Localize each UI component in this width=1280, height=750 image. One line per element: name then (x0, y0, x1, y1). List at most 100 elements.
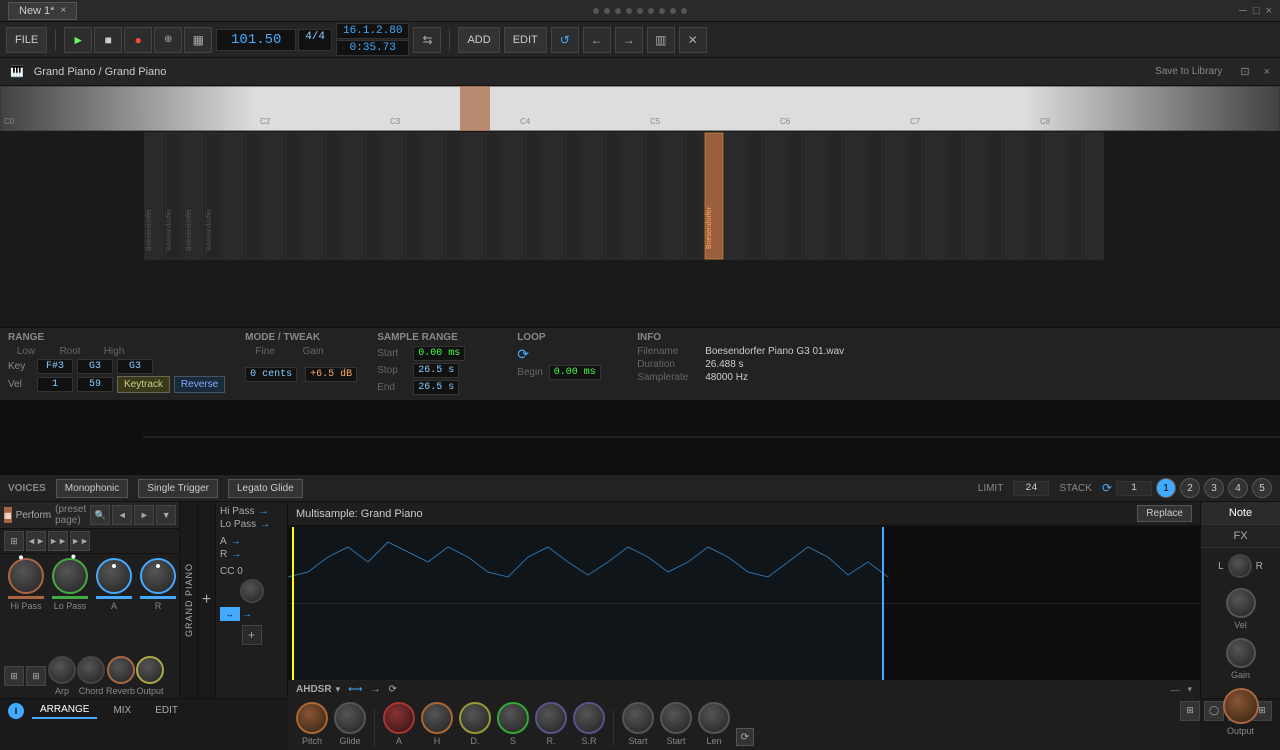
begin-val[interactable]: 0.00 ms (549, 365, 601, 380)
output-knob[interactable] (136, 656, 164, 684)
forward-button[interactable]: → (615, 27, 643, 53)
rewind-button[interactable]: ← (583, 27, 611, 53)
mix-tab[interactable]: MIX (105, 703, 139, 718)
sampler-icon-4[interactable]: ►► (70, 531, 90, 551)
piano-keyboard-area[interactable]: C0 C1 C2 C3 C4 C5 C6 C7 C8 (0, 86, 1280, 131)
sampler-icon-1[interactable]: ⊞ (4, 531, 24, 551)
reverse-btn[interactable]: Reverse (174, 376, 225, 393)
stack-loop-icon[interactable]: ⟳ (1102, 481, 1112, 495)
add-button[interactable]: ADD (458, 27, 499, 53)
record-mode-button[interactable]: ⊕ (154, 27, 182, 53)
perform-prev[interactable]: ◄ (112, 505, 132, 525)
loop-button[interactable]: ↺ (551, 27, 579, 53)
pan-knob[interactable] (1228, 554, 1252, 578)
key-root-val[interactable]: G3 (77, 359, 113, 374)
output-large-knob[interactable] (1223, 688, 1259, 724)
arp-knob[interactable] (48, 656, 76, 684)
start-val[interactable]: 0.00 ms (413, 346, 465, 361)
minimize-btn[interactable]: ─ (1239, 5, 1247, 17)
close-instrument-btn[interactable]: × (1264, 66, 1270, 78)
maximize-btn[interactable]: ⊡ (1240, 65, 1249, 78)
chord-knob[interactable] (77, 656, 105, 684)
vel-val[interactable]: 59 (77, 377, 113, 392)
tab-icon-row[interactable]: ⊞ (4, 666, 24, 686)
r-knob[interactable] (140, 558, 176, 594)
vel-low-val[interactable]: 1 (37, 377, 73, 392)
sr-knob[interactable] (573, 702, 605, 734)
close-btn[interactable]: × (1266, 5, 1272, 17)
pitch-knob[interactable] (296, 702, 328, 734)
filter-add-btn[interactable]: + (242, 625, 262, 645)
gain-val[interactable]: +6.5 dB (305, 367, 357, 382)
piano-keys-svg[interactable]: C0 C1 C2 C3 C4 C5 C6 C7 C8 (0, 86, 1280, 131)
stack-val[interactable]: 1 (1116, 481, 1152, 496)
reverb-knob[interactable] (107, 656, 135, 684)
metronome-button[interactable]: ⇆ (413, 27, 441, 53)
tempo-display[interactable]: 101.50 (216, 29, 296, 51)
filter-link-btn[interactable]: ↔ (220, 607, 240, 621)
save-to-library[interactable]: Save to Library (1155, 66, 1222, 77)
file-button[interactable]: FILE (6, 27, 47, 53)
sampler-icon-2[interactable]: ◄► (26, 531, 46, 551)
cc-knob[interactable] (240, 579, 264, 603)
attack-knob[interactable] (383, 702, 415, 734)
len-knob[interactable] (698, 702, 730, 734)
window-controls[interactable]: ─ □ × (1239, 5, 1272, 17)
perform-search[interactable]: 🔍 (90, 505, 110, 525)
stack-1[interactable]: 1 (1156, 478, 1176, 498)
stack-3[interactable]: 3 (1204, 478, 1224, 498)
perform-next[interactable]: ► (134, 505, 154, 525)
add-sampler-btn[interactable]: + (198, 502, 216, 698)
vel-knob[interactable] (1226, 588, 1256, 618)
grand-piano-label-area[interactable]: GRAND PIANO (180, 502, 198, 698)
key-high-val[interactable]: G3 (117, 359, 153, 374)
filter-arrow-btn[interactable]: → (242, 609, 252, 620)
glide-knob[interactable] (334, 702, 366, 734)
record-button[interactable]: ● (124, 27, 152, 53)
start-knob[interactable] (622, 702, 654, 734)
replace-btn[interactable]: Replace (1137, 505, 1192, 522)
status-icon-1[interactable]: ⊞ (1180, 701, 1200, 721)
clear-button[interactable]: ✕ (679, 27, 707, 53)
tab-icon-row2[interactable]: ⊞ (26, 666, 46, 686)
note-tab[interactable]: Note (1201, 502, 1280, 525)
status-icon-2[interactable]: ◯ (1204, 701, 1224, 721)
stack-5[interactable]: 5 (1252, 478, 1272, 498)
key-low-val[interactable]: F#3 (37, 359, 73, 374)
fine-val[interactable]: 0 cents (245, 367, 297, 382)
limit-val[interactable]: 24 (1013, 481, 1049, 496)
lo-pass-knob[interactable] (52, 558, 88, 594)
legato-glide-btn[interactable]: Legato Glide (228, 479, 303, 498)
single-trigger-btn[interactable]: Single Trigger (138, 479, 218, 498)
edit-button[interactable]: EDIT (504, 27, 547, 53)
ahdsr-loop-btn[interactable]: ⟳ (388, 684, 396, 695)
release-knob[interactable] (535, 702, 567, 734)
sampler-icon-3[interactable]: ►► (48, 531, 68, 551)
stack-4[interactable]: 4 (1228, 478, 1248, 498)
sustain-knob[interactable] (497, 702, 529, 734)
loop-btn[interactable]: ⟳ (736, 728, 754, 746)
time-sig-display[interactable]: 4/4 (298, 29, 332, 51)
end-val[interactable]: 26.5 s (413, 380, 459, 395)
tab-close[interactable]: × (60, 5, 66, 16)
hold-knob[interactable] (421, 702, 453, 734)
stop-button[interactable]: ■ (94, 27, 122, 53)
gain-knob[interactable] (1226, 638, 1256, 668)
restore-btn[interactable]: □ (1253, 5, 1260, 17)
fx-tab[interactable]: FX (1201, 525, 1280, 548)
app-tab[interactable]: New 1* × (8, 2, 77, 20)
arrange-tab[interactable]: ARRANGE (32, 702, 97, 719)
perform-menu[interactable]: ▼ (156, 505, 176, 525)
pattern-button[interactable]: ▦ (184, 27, 212, 53)
monophonic-btn[interactable]: Monophonic (56, 479, 128, 498)
stack-2[interactable]: 2 (1180, 478, 1200, 498)
ahdsr-link-btn[interactable]: ⟷ (348, 684, 362, 695)
stop-val[interactable]: 26.5 s (413, 363, 459, 378)
decay-knob[interactable] (459, 702, 491, 734)
play-button[interactable]: ► (64, 27, 92, 53)
overdub-button[interactable]: ▥ (647, 27, 675, 53)
edit-tab[interactable]: EDIT (147, 703, 186, 718)
ahdsr-arrow-btn[interactable]: → (370, 684, 380, 695)
start2-knob[interactable] (660, 702, 692, 734)
a-knob[interactable] (96, 558, 132, 594)
